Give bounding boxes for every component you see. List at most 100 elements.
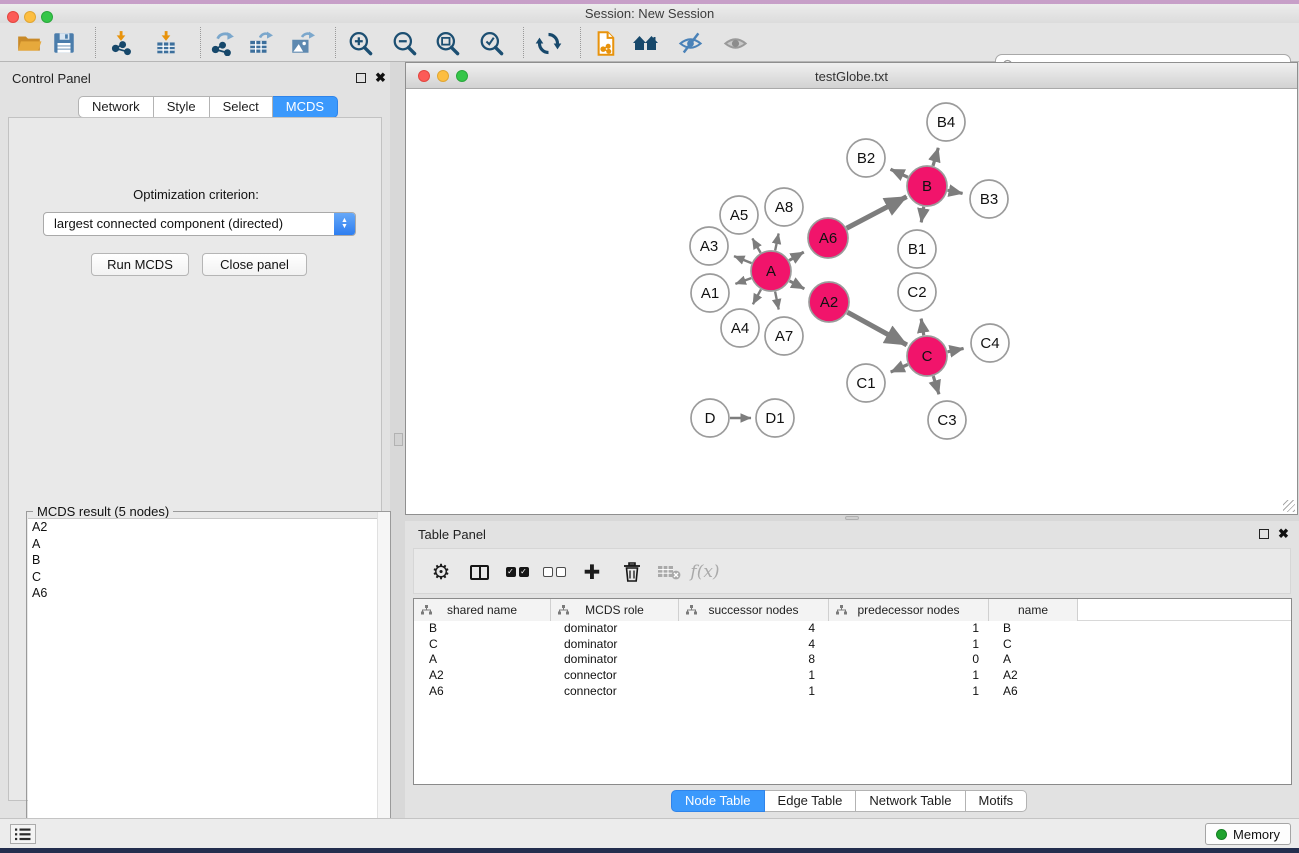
table-row[interactable]: Adominator80A	[414, 652, 1291, 668]
tab-node-table[interactable]: Node Table	[671, 790, 765, 812]
edge-A-A5[interactable]	[752, 238, 760, 252]
column-header-name[interactable]: name	[989, 599, 1078, 621]
edge-B-B1[interactable]	[921, 207, 923, 223]
mcds-result-item[interactable]: A2	[28, 519, 390, 536]
criterion-dropdown[interactable]: largest connected component (directed) ▲…	[43, 212, 356, 236]
save-session-icon[interactable]	[50, 29, 78, 57]
cell-successors[interactable]: 4	[679, 637, 829, 653]
close-table-panel-icon[interactable]: ✖	[1278, 528, 1289, 540]
edge-C-C4[interactable]	[948, 348, 964, 351]
show-all-eye-icon[interactable]	[721, 29, 749, 57]
cell-role[interactable]: connector	[551, 684, 679, 700]
delete-columns-icon[interactable]	[617, 557, 647, 587]
edge-A-A4[interactable]	[753, 289, 761, 304]
select-all-columns-icon[interactable]: ✓✓	[502, 557, 532, 587]
mcds-result-item[interactable]: C	[28, 569, 390, 586]
cell-name[interactable]: A2	[989, 668, 1078, 684]
result-list-scrollbar[interactable]	[377, 512, 390, 845]
zoom-selected-icon[interactable]	[477, 29, 505, 57]
edge-A6-B[interactable]	[847, 197, 907, 229]
table-row[interactable]: A2connector11A2	[414, 668, 1291, 684]
edge-A-A7[interactable]	[775, 292, 779, 310]
cell-role[interactable]: dominator	[551, 621, 679, 637]
zoom-fit-icon[interactable]	[433, 29, 461, 57]
edge-B-B4[interactable]	[933, 148, 938, 166]
float-table-panel-icon[interactable]	[1259, 529, 1269, 539]
cell-role[interactable]: dominator	[551, 652, 679, 668]
edge-A-A2[interactable]	[790, 281, 805, 289]
close-panel-button[interactable]: Close panel	[202, 253, 307, 276]
cell-role[interactable]: connector	[551, 668, 679, 684]
hide-selected-eye-icon[interactable]	[676, 29, 704, 57]
mcds-result-item[interactable]: B	[28, 552, 390, 569]
zoom-in-icon[interactable]	[346, 29, 374, 57]
cell-role[interactable]: dominator	[551, 637, 679, 653]
zoom-out-icon[interactable]	[390, 29, 418, 57]
edge-A2-C[interactable]	[847, 312, 906, 345]
cell-name[interactable]: A	[989, 652, 1078, 668]
edge-B-B2[interactable]	[891, 169, 908, 177]
window-resize-grip[interactable]	[1283, 500, 1295, 512]
cell-predecessors[interactable]: 0	[829, 652, 989, 668]
table-row[interactable]: A6connector11A6	[414, 684, 1291, 700]
tab-network[interactable]: Network	[78, 96, 154, 118]
add-column-icon[interactable]: ✚	[577, 557, 607, 587]
cell-shared_name[interactable]: A6	[414, 684, 551, 700]
edge-C-C3[interactable]	[933, 376, 939, 394]
cell-successors[interactable]: 1	[679, 684, 829, 700]
run-mcds-button[interactable]: Run MCDS	[91, 253, 189, 276]
edge-B-B3[interactable]	[948, 190, 963, 193]
column-header-shared-name[interactable]: shared name	[414, 599, 551, 621]
cell-successors[interactable]: 4	[679, 621, 829, 637]
float-panel-icon[interactable]	[356, 73, 366, 83]
unselect-all-columns-icon[interactable]	[539, 557, 569, 587]
cell-name[interactable]: A6	[989, 684, 1078, 700]
network-window-titlebar[interactable]: testGlobe.txt	[406, 63, 1297, 89]
mcds-result-item[interactable]: A6	[28, 585, 390, 602]
show-columns-icon[interactable]	[464, 557, 494, 587]
close-panel-icon[interactable]: ✖	[375, 72, 386, 84]
edge-C-C2[interactable]	[921, 319, 924, 336]
edge-A-A6[interactable]	[789, 252, 804, 260]
edge-A-A8[interactable]	[775, 233, 778, 250]
edge-C-C1[interactable]	[891, 364, 908, 372]
edge-A-A3[interactable]	[734, 256, 751, 263]
cell-predecessors[interactable]: 1	[829, 684, 989, 700]
memory-button[interactable]: Memory	[1205, 823, 1291, 845]
cell-predecessors[interactable]: 1	[829, 621, 989, 637]
vertical-splitter-grip[interactable]	[394, 433, 403, 446]
cell-shared_name[interactable]: A2	[414, 668, 551, 684]
refresh-view-icon[interactable]	[534, 29, 562, 57]
import-table-icon[interactable]	[152, 29, 180, 57]
export-image-icon[interactable]	[288, 29, 316, 57]
column-header-MCDS-role[interactable]: MCDS role	[551, 599, 679, 621]
cell-successors[interactable]: 8	[679, 652, 829, 668]
tab-network-table[interactable]: Network Table	[856, 790, 965, 812]
cell-name[interactable]: C	[989, 637, 1078, 653]
tab-style[interactable]: Style	[154, 96, 210, 118]
table-row[interactable]: Bdominator41B	[414, 621, 1291, 637]
cell-predecessors[interactable]: 1	[829, 637, 989, 653]
cell-predecessors[interactable]: 1	[829, 668, 989, 684]
node-table[interactable]: shared nameMCDS rolesuccessor nodesprede…	[413, 598, 1292, 785]
cell-shared_name[interactable]: B	[414, 621, 551, 637]
export-network-icon[interactable]	[208, 29, 236, 57]
cell-shared_name[interactable]: A	[414, 652, 551, 668]
cell-successors[interactable]: 1	[679, 668, 829, 684]
column-header-successor-nodes[interactable]: successor nodes	[679, 599, 829, 621]
tab-select[interactable]: Select	[210, 96, 273, 118]
task-history-button[interactable]	[10, 824, 36, 844]
home-icon[interactable]	[632, 29, 660, 57]
settings-gear-icon[interactable]: ⚙	[426, 557, 456, 587]
mcds-result-item[interactable]: A	[28, 536, 390, 553]
import-network-icon[interactable]	[107, 29, 135, 57]
network-from-file-icon[interactable]	[592, 29, 620, 57]
network-canvas[interactable]: AA1A2A3A4A5A6A7A8BB1B2B3B4CC1C2C3C4DD1	[406, 89, 1297, 514]
tab-edge-table[interactable]: Edge Table	[765, 790, 857, 812]
export-table-icon[interactable]	[246, 29, 274, 57]
column-header-predecessor-nodes[interactable]: predecessor nodes	[829, 599, 989, 621]
tab-motifs[interactable]: Motifs	[966, 790, 1028, 812]
table-row[interactable]: Cdominator41C	[414, 637, 1291, 653]
open-session-icon[interactable]	[15, 29, 43, 57]
tab-mcds[interactable]: MCDS	[273, 96, 338, 118]
